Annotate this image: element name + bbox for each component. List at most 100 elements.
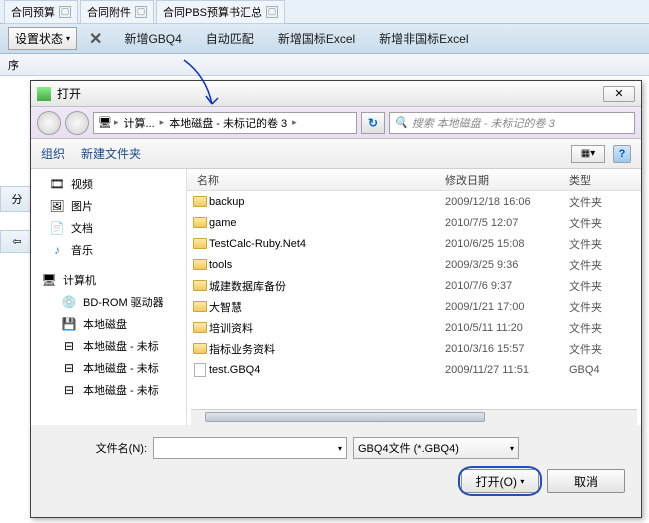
grid-header: 序 — [0, 54, 649, 76]
file-date: 2009/1/21 17:00 — [445, 301, 569, 313]
file-date: 2010/6/25 15:08 — [445, 238, 569, 250]
filename-combo[interactable]: ▾ — [153, 437, 347, 459]
folder-icon — [191, 280, 209, 291]
nav-disk2[interactable]: ⊟本地磁盘 - 未标 — [31, 335, 186, 357]
filter-combo[interactable]: GBQ4文件 (*.GBQ4) ▾ — [353, 437, 519, 459]
nav-documents[interactable]: 📄文档 — [31, 217, 186, 239]
file-row[interactable]: 城建数据库备份2010/7/6 9:37文件夹 — [187, 275, 641, 296]
file-row[interactable]: 大智慧2009/1/21 17:00文件夹 — [187, 296, 641, 317]
breadcrumb-pc[interactable]: 计算... — [121, 115, 158, 131]
file-date: 2009/12/18 16:06 — [445, 196, 569, 208]
tab-close-icon[interactable]: ▢ — [135, 6, 147, 18]
filter-text: GBQ4文件 (*.GBQ4) — [358, 440, 459, 456]
file-name: game — [209, 217, 445, 229]
delete-icon[interactable]: ✕ — [81, 29, 110, 49]
view-menu[interactable]: ▦▾ — [571, 145, 605, 163]
file-type: 文件夹 — [569, 320, 641, 336]
col-type[interactable]: 类型 — [569, 172, 641, 188]
filename-label: 文件名(N): — [47, 440, 147, 456]
left-arrow[interactable]: ⇦ — [0, 230, 34, 253]
folder-icon — [191, 196, 209, 207]
auto-match-button[interactable]: 自动匹配 — [196, 26, 264, 51]
chevron-right-icon: ▸ — [112, 117, 121, 128]
close-button[interactable]: ✕ — [603, 86, 635, 102]
nav-disk4[interactable]: ⊟本地磁盘 - 未标 — [31, 379, 186, 401]
chevron-down-icon: ▾ — [338, 444, 342, 453]
back-button[interactable] — [37, 111, 61, 135]
file-type: 文件夹 — [569, 299, 641, 315]
new-gb-excel-button[interactable]: 新增国标Excel — [268, 26, 365, 51]
col-date[interactable]: 修改日期 — [445, 172, 569, 188]
nav-disk3[interactable]: ⊟本地磁盘 - 未标 — [31, 357, 186, 379]
file-type: 文件夹 — [569, 194, 641, 210]
tab-budget[interactable]: 合同预算▢ — [4, 0, 78, 24]
file-row[interactable]: backup2009/12/18 16:06文件夹 — [187, 191, 641, 212]
nav-bdrom[interactable]: 💿BD-ROM 驱动器 — [31, 291, 186, 313]
breadcrumb[interactable]: 🖥 ▸ 计算... ▸ 本地磁盘 - 未标记的卷 3 ▸ — [93, 112, 357, 134]
folder-icon — [191, 238, 209, 249]
tab-attach[interactable]: 合同附件▢ — [80, 0, 154, 24]
file-row[interactable]: TestCalc-Ruby.Net42010/6/25 15:08文件夹 — [187, 233, 641, 254]
dialog-nav: 🖥 ▸ 计算... ▸ 本地磁盘 - 未标记的卷 3 ▸ ↻ 🔍 搜索 本地磁盘… — [31, 107, 641, 139]
file-list: backup2009/12/18 16:06文件夹game2010/7/5 12… — [187, 191, 641, 409]
organize-menu[interactable]: 组织 — [41, 145, 65, 162]
new-nongb-excel-button[interactable]: 新增非国标Excel — [369, 26, 478, 51]
nav-disk1[interactable]: 💾本地磁盘 — [31, 313, 186, 335]
document-icon: 📄 — [49, 221, 65, 235]
file-name: backup — [209, 196, 445, 208]
chevron-down-icon: ▾ — [66, 34, 70, 43]
col-name[interactable]: 名称 — [187, 172, 445, 188]
nav-computer[interactable]: 🖥计算机 — [31, 269, 186, 291]
file-date: 2009/3/25 9:36 — [445, 259, 569, 271]
search-icon: 🔍 — [394, 116, 408, 129]
file-date: 2010/7/6 9:37 — [445, 280, 569, 292]
help-button[interactable]: ? — [613, 145, 631, 163]
chevron-down-icon: ▾ — [510, 444, 514, 453]
forward-button[interactable] — [65, 111, 89, 135]
refresh-button[interactable]: ↻ — [361, 112, 385, 134]
file-type: GBQ4 — [569, 364, 641, 376]
tab-label: 合同PBS预算书汇总 — [163, 4, 262, 20]
open-button[interactable]: 打开(O) ▾ — [461, 469, 539, 493]
tab-pbs[interactable]: 合同PBS预算书汇总 ▢ — [156, 0, 285, 24]
left-fen[interactable]: 分 — [0, 186, 34, 212]
open-dialog: 打开 ✕ 🖥 ▸ 计算... ▸ 本地磁盘 - 未标记的卷 3 ▸ ↻ 🔍 搜索… — [30, 80, 642, 518]
file-name: tools — [209, 259, 445, 271]
nav-pictures[interactable]: 🖼图片 — [31, 195, 186, 217]
file-date: 2010/5/11 11:20 — [445, 322, 569, 334]
file-row[interactable]: 指标业务资料2010/3/16 15:57文件夹 — [187, 338, 641, 359]
chevron-right-icon: ▸ — [158, 117, 167, 128]
file-type: 文件夹 — [569, 341, 641, 357]
h-scrollbar[interactable] — [191, 409, 637, 425]
file-name: 城建数据库备份 — [209, 278, 445, 294]
file-row[interactable]: game2010/7/5 12:07文件夹 — [187, 212, 641, 233]
nav-music[interactable]: ♪音乐 — [31, 239, 186, 261]
chevron-right-icon: ▸ — [290, 117, 299, 128]
video-icon: 🎞 — [49, 177, 65, 191]
state-dropdown[interactable]: 设置状态▾ — [8, 27, 77, 50]
file-row[interactable]: test.GBQ42009/11/27 11:51GBQ4 — [187, 359, 641, 380]
file-icon — [191, 363, 209, 377]
search-input[interactable]: 🔍 搜索 本地磁盘 - 未标记的卷 3 — [389, 112, 635, 134]
breadcrumb-disk[interactable]: 本地磁盘 - 未标记的卷 3 — [166, 115, 290, 131]
tab-close-icon[interactable]: ▢ — [59, 6, 71, 18]
nav-video[interactable]: 🎞视频 — [31, 173, 186, 195]
search-placeholder: 搜索 本地磁盘 - 未标记的卷 3 — [412, 115, 555, 131]
new-folder-button[interactable]: 新建文件夹 — [81, 145, 141, 162]
new-gbq4-button[interactable]: 新增GBQ4 — [114, 26, 191, 51]
file-row[interactable]: tools2009/3/25 9:36文件夹 — [187, 254, 641, 275]
file-type: 文件夹 — [569, 278, 641, 294]
file-row[interactable]: 培训资料2010/5/11 11:20文件夹 — [187, 317, 641, 338]
drive-icon: ⊟ — [61, 361, 77, 375]
dialog-title: 打开 — [57, 85, 81, 102]
drive-icon: ⊟ — [61, 339, 77, 353]
file-name: 大智慧 — [209, 299, 445, 315]
dialog-footer: 文件名(N): ▾ GBQ4文件 (*.GBQ4) ▾ 打开(O) ▾ 取消 — [31, 425, 641, 505]
file-name: 指标业务资料 — [209, 341, 445, 357]
cancel-button[interactable]: 取消 — [547, 469, 625, 493]
file-name: 培训资料 — [209, 320, 445, 336]
app-icon — [37, 87, 51, 101]
tab-close-icon[interactable]: ▢ — [266, 6, 278, 18]
file-type: 文件夹 — [569, 257, 641, 273]
scroll-thumb[interactable] — [205, 412, 485, 422]
